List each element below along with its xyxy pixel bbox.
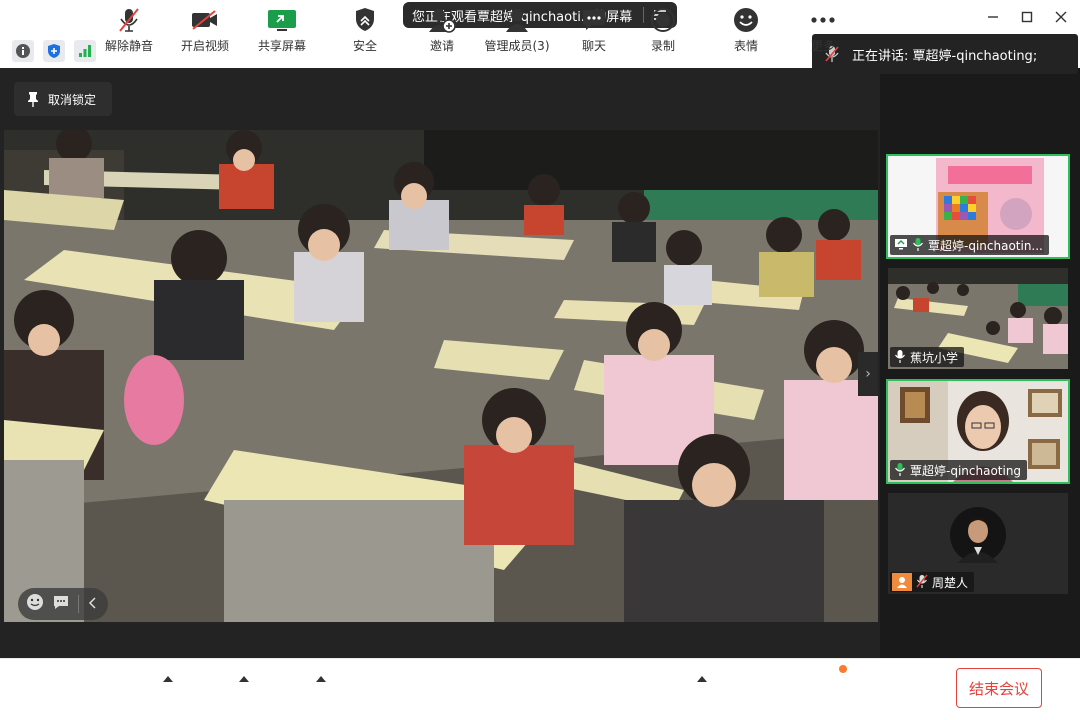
- main-video-area: 取消锁定: [0, 68, 880, 658]
- video-off-icon: [190, 6, 220, 34]
- active-speaker-text: 正在讲话: 覃超婷-qinchaoting;: [852, 48, 1038, 64]
- participant-name: 蕉坑小学: [910, 350, 959, 365]
- participant-tile-teacher[interactable]: 覃超婷-qinchaoting: [886, 379, 1070, 484]
- screen-share-icon: [894, 238, 908, 253]
- more-label: 更多: [810, 39, 835, 53]
- minimize-icon[interactable]: [984, 8, 1002, 26]
- share-screen-button[interactable]: 共享屏幕: [247, 6, 317, 54]
- participant-label: 蕉坑小学: [890, 347, 965, 367]
- muted-mic-icon: [117, 6, 141, 34]
- record-button[interactable]: 录制: [628, 6, 698, 54]
- share-screen-label: 共享屏幕: [257, 39, 306, 53]
- participant-avatar: [950, 507, 1006, 563]
- unmute-label: 解除静音: [104, 39, 153, 53]
- participant-tile-classroom[interactable]: 蕉坑小学: [888, 268, 1068, 369]
- network-signal-icon[interactable]: [74, 40, 96, 62]
- muted-mic-icon: [916, 574, 928, 591]
- info-icon[interactable]: [12, 40, 34, 62]
- reactions-label: 表情: [733, 39, 758, 53]
- mic-on-icon: [912, 237, 924, 254]
- next-page-chevron-icon[interactable]: ›: [858, 352, 878, 396]
- mic-on-icon: [894, 462, 906, 479]
- participant-name: 周楚人: [932, 575, 969, 590]
- end-meeting-button[interactable]: 结束会议: [956, 668, 1042, 708]
- unpin-label: 取消锁定: [48, 92, 97, 107]
- reactions-button[interactable]: 表情: [711, 6, 781, 54]
- share-options-caret-icon[interactable]: [316, 676, 326, 682]
- security-button[interactable]: 安全: [330, 6, 400, 54]
- participant-label: 覃超婷-qinchaotin...: [890, 235, 1049, 255]
- more-dots-icon: [810, 6, 836, 34]
- audio-options-caret-icon[interactable]: [163, 676, 173, 682]
- pin-icon: [28, 92, 38, 107]
- record-label: 录制: [650, 39, 675, 53]
- participant-tile-avatar[interactable]: 周楚人: [888, 493, 1068, 594]
- notification-dot: [839, 665, 847, 673]
- maximize-icon[interactable]: [1018, 8, 1036, 26]
- chat-label: 聊天: [581, 39, 606, 53]
- more-button[interactable]: 更多: [788, 6, 858, 54]
- invite-button[interactable]: 邀请: [407, 6, 477, 54]
- emoji-icon[interactable]: [26, 593, 44, 615]
- encryption-shield-icon[interactable]: [43, 40, 65, 62]
- comment-icon[interactable]: [52, 593, 70, 615]
- participant-name: 覃超婷-qinchaoting: [910, 463, 1022, 478]
- video-overlay-controls: [18, 588, 108, 620]
- security-label: 安全: [352, 39, 377, 53]
- shield-icon: [354, 6, 376, 34]
- unmute-button[interactable]: 解除静音: [94, 6, 164, 54]
- smiley-icon: [733, 6, 759, 34]
- start-video-button[interactable]: 开启视频: [170, 6, 240, 54]
- unpin-button[interactable]: 取消锁定: [14, 82, 112, 116]
- classroom-video: [4, 130, 878, 622]
- meeting-toolbar: [0, 658, 1080, 720]
- chat-icon: [581, 6, 607, 34]
- user-avatar-icon: [892, 573, 912, 591]
- mic-on-icon: [894, 349, 906, 366]
- record-options-caret-icon[interactable]: [697, 676, 707, 682]
- chat-button[interactable]: 聊天: [559, 6, 629, 54]
- record-icon: [650, 6, 676, 34]
- manage-members-button[interactable]: 管理成员(3): [482, 6, 552, 54]
- participant-label: 周楚人: [890, 572, 975, 592]
- video-options-caret-icon[interactable]: [239, 676, 249, 682]
- close-icon[interactable]: [1052, 8, 1070, 26]
- start-video-label: 开启视频: [180, 39, 229, 53]
- manage-members-label: 管理成员(3): [484, 39, 550, 53]
- invite-label: 邀请: [429, 39, 454, 53]
- members-icon: [504, 6, 530, 34]
- participant-name: 覃超婷-qinchaotin...: [928, 238, 1043, 253]
- add-user-icon: [428, 6, 456, 34]
- participant-label: 覃超婷-qinchaoting: [890, 460, 1028, 480]
- participant-tile-share[interactable]: 覃超婷-qinchaotin...: [886, 154, 1070, 259]
- collapse-chevron-icon[interactable]: [87, 595, 97, 614]
- share-screen-icon: [267, 6, 297, 34]
